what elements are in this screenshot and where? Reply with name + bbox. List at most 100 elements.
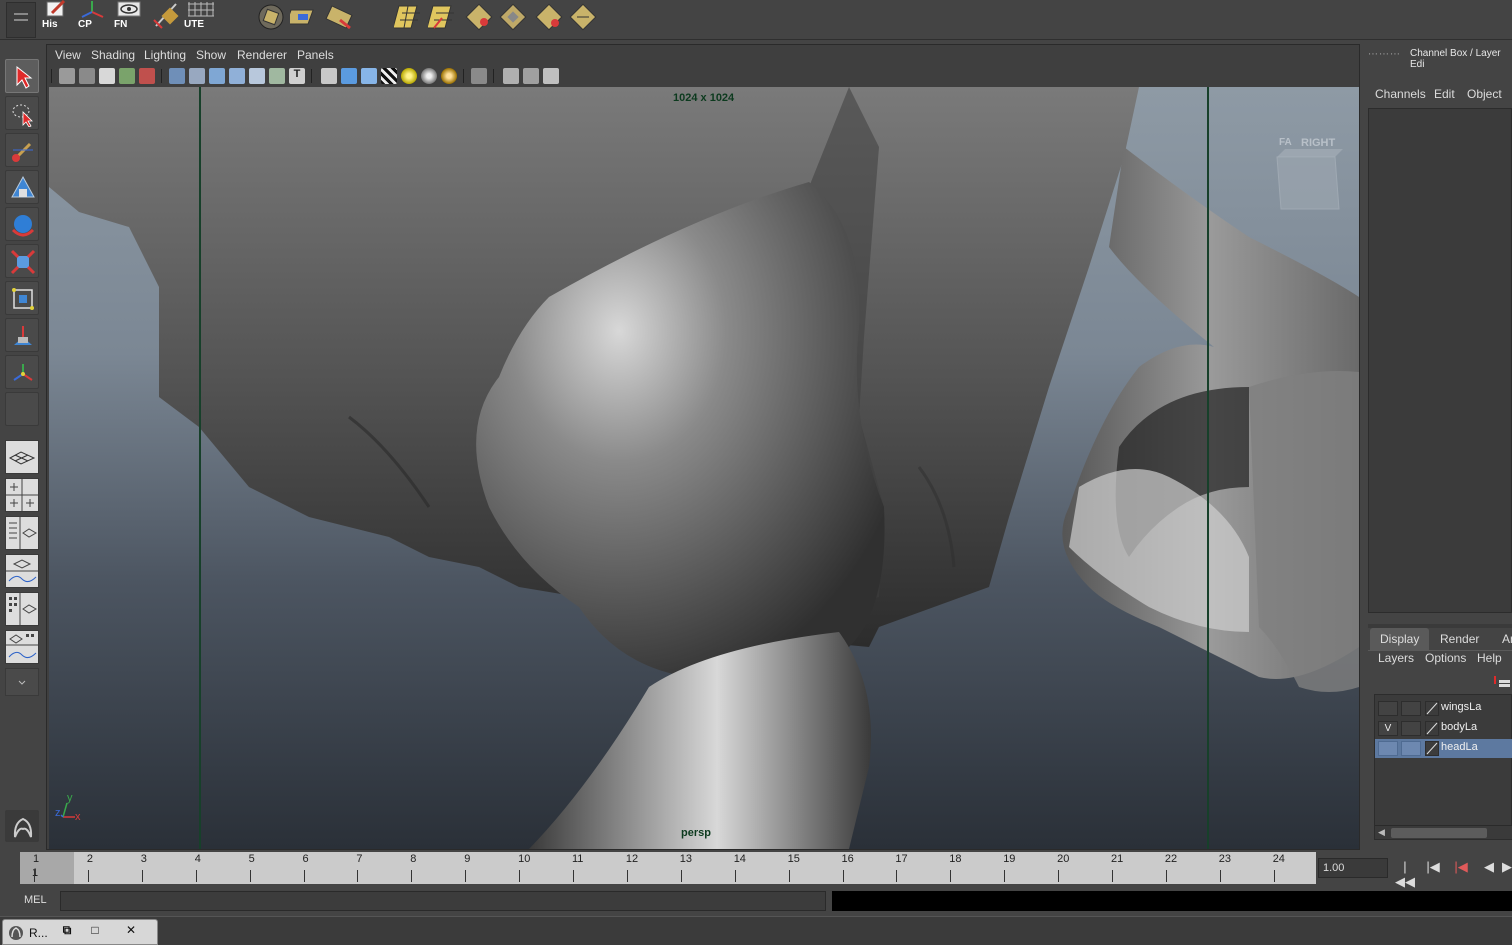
shelf-button-ute[interactable]: UTE [182, 0, 214, 32]
layer-list[interactable]: wingsLa V bodyLa headLa ◀ [1374, 694, 1512, 840]
shelf-button-uv-8[interactable] [534, 2, 564, 32]
channel-box-titlebar[interactable]: ⋯⋯⋯ Channel Box / Layer Edi [1362, 44, 1512, 70]
field-chart-icon[interactable] [249, 68, 265, 84]
shelf-button-center-pivot[interactable]: CP [76, 0, 108, 32]
share-icon[interactable] [543, 68, 559, 84]
isolate-select-icon[interactable] [471, 68, 487, 84]
layer-visibility-toggle[interactable]: V [1378, 721, 1398, 736]
scale-tool[interactable] [5, 244, 39, 278]
menu-show[interactable]: Show [196, 48, 226, 62]
current-time-field[interactable]: 1.00 [1318, 858, 1388, 878]
lasso-tool[interactable] [5, 96, 39, 130]
show-manipulator-tool[interactable] [5, 355, 39, 389]
image-plane-icon[interactable] [119, 68, 135, 84]
select-tool[interactable] [5, 59, 39, 93]
view-cube[interactable] [1276, 149, 1343, 210]
shelf-button-uv-4[interactable] [392, 2, 424, 32]
shelf-tab-grip[interactable] [6, 2, 36, 38]
scrollbar-thumb[interactable] [1391, 828, 1487, 838]
smooth-shade-icon[interactable] [341, 68, 357, 84]
layer-row-wings[interactable]: wingsLa [1375, 699, 1512, 718]
camera-select-icon[interactable] [59, 68, 75, 84]
tab-display[interactable]: Display [1370, 628, 1430, 650]
shelf-button-uv-3[interactable] [324, 2, 354, 32]
two-d-pan-icon[interactable] [139, 68, 155, 84]
default-lighting-icon[interactable] [401, 68, 417, 84]
universal-manipulator-tool[interactable] [5, 281, 39, 315]
new-layer-icon[interactable] [1492, 674, 1512, 690]
layer-color-swatch[interactable] [1425, 721, 1439, 736]
film-gate-icon[interactable] [189, 68, 205, 84]
rotate-tool[interactable] [5, 207, 39, 241]
minimized-window[interactable]: R... ⧉ □ ✕ [2, 919, 158, 945]
move-tool[interactable] [5, 170, 39, 204]
layer-color-swatch[interactable] [1425, 741, 1439, 756]
bookmark-icon[interactable] [99, 68, 115, 84]
shelf-button-uv-1[interactable] [256, 2, 286, 32]
scroll-left-icon[interactable]: ◀ [1378, 827, 1385, 838]
step-back-frame-icon[interactable]: |◀ [1450, 859, 1472, 877]
xray-joints-icon[interactable] [523, 68, 539, 84]
maximize-icon[interactable]: □ [83, 923, 107, 941]
menu-lighting[interactable]: Lighting [144, 48, 186, 62]
horizontal-scrollbar[interactable]: ◀ [1375, 825, 1512, 839]
layer-row-body[interactable]: V bodyLa [1375, 719, 1512, 738]
menu-object[interactable]: Object [1467, 87, 1502, 101]
soft-mod-tool[interactable] [5, 318, 39, 352]
layer-visibility-toggle[interactable] [1378, 741, 1398, 756]
layout-single-pane[interactable] [5, 440, 39, 474]
mel-command-input[interactable] [60, 891, 826, 911]
gate-mask-icon[interactable] [229, 68, 245, 84]
layout-hypershade[interactable] [5, 592, 39, 626]
menu-options[interactable]: Options [1425, 651, 1466, 665]
step-back-key-icon[interactable]: |◀ [1422, 859, 1444, 877]
layout-persp-graph[interactable] [5, 554, 39, 588]
layout-persp-graph-2[interactable] [5, 630, 39, 664]
layout-persp-outliner[interactable] [5, 516, 39, 550]
maya-logo-button[interactable] [5, 810, 39, 842]
safe-title-icon[interactable]: T [289, 68, 305, 84]
command-language-label[interactable]: MEL [24, 894, 47, 906]
shelf-button-uv-7[interactable] [498, 2, 528, 32]
drag-handle-icon[interactable]: ⋯⋯⋯ [1368, 49, 1401, 60]
close-icon[interactable]: ✕ [119, 923, 143, 941]
tab-anim[interactable]: An [1492, 628, 1512, 650]
last-tool-slot[interactable] [5, 392, 39, 426]
menu-layers[interactable]: Layers [1378, 651, 1414, 665]
xray-icon[interactable] [503, 68, 519, 84]
layer-display-type-toggle[interactable] [1401, 701, 1421, 716]
all-lights-icon[interactable] [421, 68, 437, 84]
paint-select-tool[interactable] [5, 133, 39, 167]
shelf-button-freeze[interactable] [148, 0, 180, 32]
viewport-3d[interactable]: 1024 x 1024 persp RIGHT FA x y z [49, 87, 1359, 849]
shelf-button-uv-6[interactable] [464, 2, 494, 32]
shelf-button-uv-5[interactable] [426, 2, 458, 32]
shelf-button-uv-2[interactable] [285, 2, 320, 32]
textured-icon[interactable] [381, 68, 397, 84]
grid-toggle-icon[interactable] [169, 68, 185, 84]
wireframe-icon[interactable] [321, 68, 337, 84]
layer-display-type-toggle[interactable] [1401, 721, 1421, 736]
shadows-icon[interactable] [441, 68, 457, 84]
layer-visibility-toggle[interactable] [1378, 701, 1398, 716]
menu-renderer[interactable]: Renderer [237, 48, 287, 62]
shelf-button-history[interactable]: His [40, 0, 72, 32]
go-to-start-icon[interactable]: |◀◀ [1394, 859, 1416, 889]
layer-row-head[interactable]: headLa [1375, 739, 1512, 758]
menu-help[interactable]: Help [1477, 651, 1502, 665]
resolution-gate-icon[interactable] [209, 68, 225, 84]
menu-panels[interactable]: Panels [297, 48, 334, 62]
menu-edit[interactable]: Edit [1434, 87, 1455, 101]
layer-color-swatch[interactable] [1425, 701, 1439, 716]
channel-list[interactable] [1368, 108, 1512, 613]
camera-attributes-icon[interactable] [79, 68, 95, 84]
menu-channels[interactable]: Channels [1375, 87, 1426, 101]
layout-four-pane[interactable] [5, 478, 39, 512]
layout-more-button[interactable] [5, 668, 39, 696]
play-backward-icon[interactable]: ◀ [1478, 859, 1500, 877]
tab-render[interactable]: Render [1430, 628, 1489, 650]
menu-shading[interactable]: Shading [91, 48, 135, 62]
play-forward-icon[interactable]: ▶ [1502, 859, 1512, 877]
shelf-button-uv-9[interactable] [568, 2, 598, 32]
menu-view[interactable]: View [55, 48, 81, 62]
